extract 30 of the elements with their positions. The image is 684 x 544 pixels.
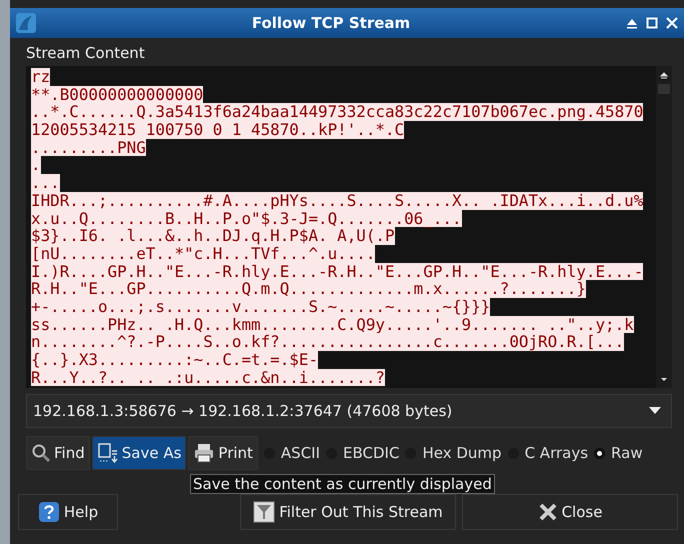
filter-button[interactable]: Filter Out This Stream [240, 494, 456, 530]
maximize-icon[interactable] [646, 17, 658, 29]
scrollbar[interactable] [656, 66, 672, 388]
print-button[interactable]: Print [188, 436, 258, 470]
fin-icon [16, 13, 36, 33]
dropdown-caret-icon [649, 407, 661, 415]
format-radio[interactable]: Raw [594, 444, 643, 462]
scroll-up-icon[interactable] [659, 70, 669, 80]
group-label: Stream Content [25, 43, 146, 64]
help-button[interactable]: Help [18, 494, 118, 530]
filter-icon [253, 501, 276, 523]
stream-dropdown[interactable]: 192.168.1.3:58676 → 192.168.1.2:37647 (47608 bytes) [26, 394, 672, 428]
tooltip: Save the content as currently displayed [190, 474, 495, 494]
radio-dot[interactable] [594, 448, 606, 458]
stream-text-area[interactable] [26, 66, 672, 388]
window-title: Follow TCP Stream [250, 14, 412, 32]
cross-icon [538, 502, 558, 522]
format-radio[interactable]: ASCII [264, 444, 320, 462]
question-icon [38, 501, 60, 523]
format-radio[interactable]: Hex Dump [405, 444, 502, 462]
format-radio[interactable]: EBCDIC [326, 444, 400, 462]
format-radio[interactable]: C Arrays [508, 444, 588, 462]
printer-icon [193, 442, 216, 464]
find-button[interactable]: Find [26, 436, 90, 470]
close-icon[interactable] [666, 17, 678, 29]
save-button[interactable]: Save As [92, 436, 186, 470]
magnifier-icon [31, 443, 51, 463]
shade-icon[interactable] [626, 17, 638, 29]
close-button[interactable]: Close [462, 494, 678, 530]
monitor-arrow-icon [96, 442, 119, 464]
